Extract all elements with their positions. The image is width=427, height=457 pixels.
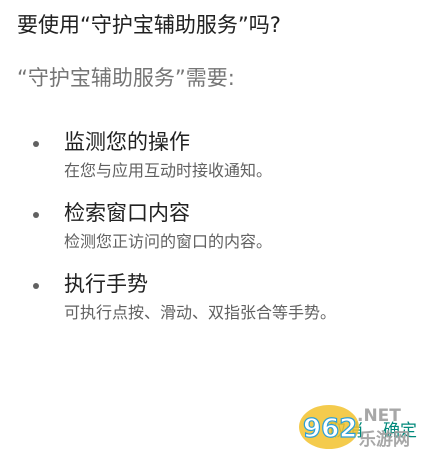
cancel-button[interactable]: 取消 [319,415,373,447]
accessibility-permission-dialog: 要使用“守护宝辅助服务”吗? “守护宝辅助服务”需要: 监测您的操作 在您与应用… [0,0,427,457]
permission-description: 在您与应用互动时接收通知。 [64,161,273,180]
dialog-subtitle: “守护宝辅助服务”需要: [17,66,235,90]
dialog-actions: 取消 确定 [319,413,427,449]
permission-item-monitor-actions: 监测您的操作 在您与应用互动时接收通知。 [0,126,427,183]
bullet-icon [33,212,39,218]
permission-description: 检测您正访问的窗口的内容。 [64,232,273,251]
permission-item-perform-gestures: 执行手势 可执行点按、滑动、双指张合等手势。 [0,268,427,325]
permission-list: 监测您的操作 在您与应用互动时接收通知。 检索窗口内容 检测您正访问的窗口的内容… [0,126,427,339]
permission-title: 检索窗口内容 [64,201,190,225]
permission-description: 可执行点按、滑动、双指张合等手势。 [64,303,337,322]
permission-title: 监测您的操作 [64,130,190,154]
bullet-icon [33,283,39,289]
ok-button[interactable]: 确定 [373,415,427,447]
bullet-icon [33,141,39,147]
permission-title: 执行手势 [64,272,148,296]
permission-item-retrieve-window-content: 检索窗口内容 检测您正访问的窗口的内容。 [0,197,427,254]
dialog-title: 要使用“守护宝辅助服务”吗? [17,13,281,37]
